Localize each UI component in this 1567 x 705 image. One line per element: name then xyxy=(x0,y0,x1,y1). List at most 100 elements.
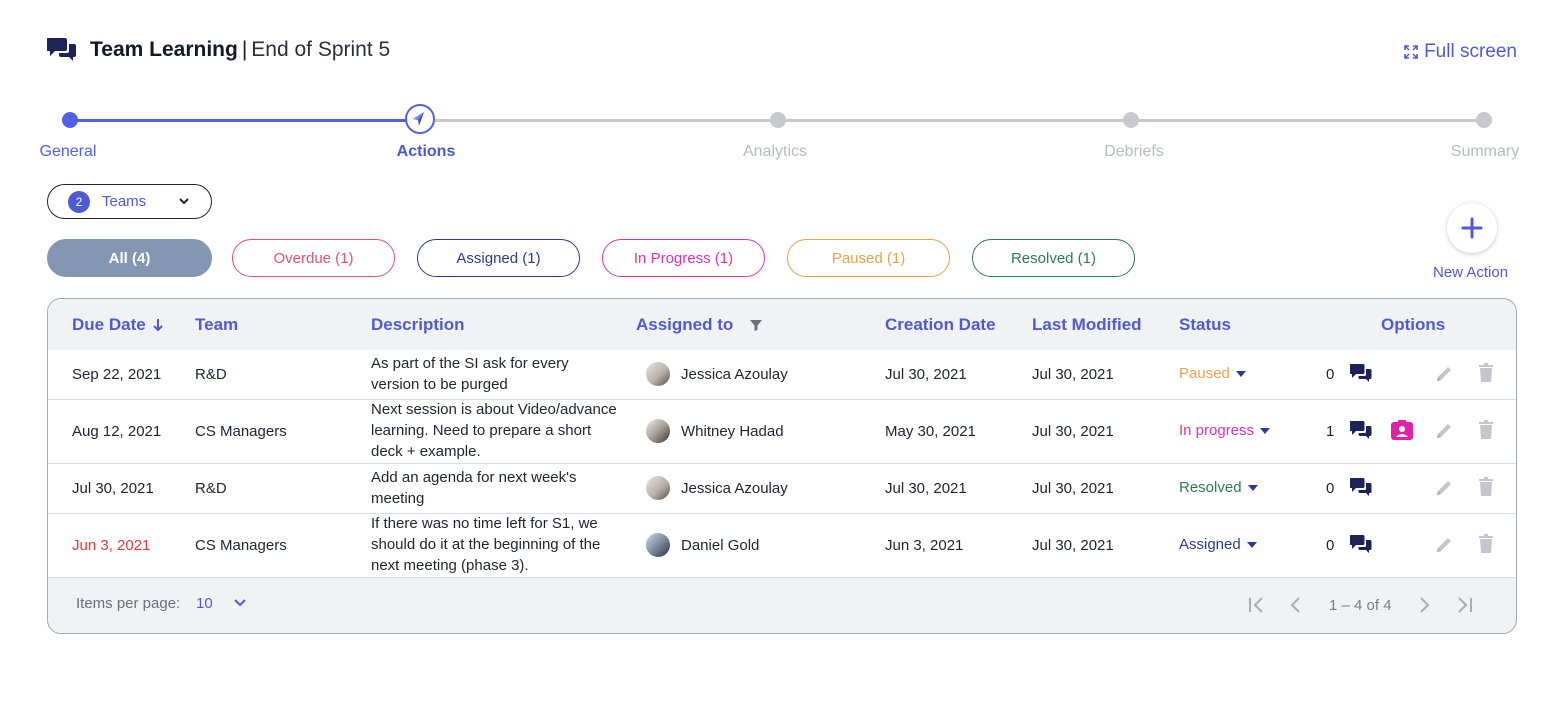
comment-count: 1 xyxy=(1326,423,1335,440)
caret-down-icon xyxy=(1235,370,1246,377)
fullscreen-label: Full screen xyxy=(1424,41,1517,62)
step-dot-summary[interactable] xyxy=(1476,112,1492,128)
page-title-main: Team Learning xyxy=(90,38,238,61)
step-dot-debriefs[interactable] xyxy=(1123,112,1139,128)
page-subtitle: End of Sprint 5 xyxy=(251,38,391,61)
avatar xyxy=(646,362,670,386)
assignee-name: Jessica Azoulay xyxy=(681,366,788,383)
chevron-down-icon xyxy=(179,198,189,205)
assignee-name: Jessica Azoulay xyxy=(681,480,788,497)
status-dropdown[interactable]: In progress xyxy=(1179,422,1271,439)
due-date: Aug 12, 2021 xyxy=(72,423,162,440)
compass-icon xyxy=(413,112,424,126)
col-due-date-label: Due Date xyxy=(72,315,146,334)
last-modified: Jul 30, 2021 xyxy=(1032,537,1114,554)
status-dropdown[interactable]: Resolved xyxy=(1179,479,1258,496)
comment-count: 0 xyxy=(1326,366,1335,383)
step-label-debriefs[interactable]: Debriefs xyxy=(1104,143,1164,161)
caret-down-icon xyxy=(1247,484,1258,491)
team: CS Managers xyxy=(195,423,287,440)
table-row[interactable]: Aug 12, 2021 CS Managers Next session is… xyxy=(48,400,1516,464)
step-dot-general[interactable] xyxy=(62,112,78,128)
status-dropdown[interactable]: Paused xyxy=(1179,365,1246,382)
sort-arrow-down-icon xyxy=(152,319,163,332)
expand-icon xyxy=(1404,45,1418,59)
filter-all[interactable]: All (4) xyxy=(47,239,212,277)
new-action-label[interactable]: New Action xyxy=(1433,264,1508,281)
step-label-analytics[interactable]: Analytics xyxy=(743,143,807,161)
step-label-actions[interactable]: Actions xyxy=(397,143,456,161)
description: If there was no time left for S1, we sho… xyxy=(371,515,601,574)
stepper-track-pending xyxy=(422,119,1486,122)
contact-card-icon[interactable] xyxy=(1391,420,1413,440)
chat-bubbles-icon[interactable] xyxy=(1350,363,1372,383)
avatar xyxy=(646,533,670,557)
team: R&D xyxy=(195,366,227,383)
avatar xyxy=(646,419,670,443)
items-per-page-select[interactable]: 10 xyxy=(196,595,213,612)
step-dot-actions[interactable] xyxy=(405,104,435,134)
stepper-track-complete xyxy=(70,119,422,122)
first-page-icon[interactable] xyxy=(1247,596,1267,614)
status-label: Resolved xyxy=(1179,479,1242,496)
pencil-icon[interactable] xyxy=(1434,421,1454,441)
step-label-summary[interactable]: Summary xyxy=(1451,143,1519,161)
table-row[interactable]: Jun 3, 2021 CS Managers If there was no … xyxy=(48,514,1516,578)
col-description[interactable]: Description xyxy=(371,315,465,335)
assignee-name: Whitney Hadad xyxy=(681,423,784,440)
chat-bubbles-icon[interactable] xyxy=(1350,420,1372,440)
next-page-icon[interactable] xyxy=(1417,596,1431,614)
teams-dropdown[interactable]: 2 Teams xyxy=(47,184,212,219)
items-per-page-label: Items per page: xyxy=(76,595,181,612)
trash-icon[interactable] xyxy=(1478,477,1494,497)
table-header: Due Date Team Description Assigned to Cr… xyxy=(48,299,1516,351)
col-options: Options xyxy=(1381,315,1446,334)
filter-overdue[interactable]: Overdue (1) xyxy=(232,239,395,277)
col-assigned-to-label: Assigned to xyxy=(636,315,734,334)
assignee-name: Daniel Gold xyxy=(681,537,760,554)
pencil-icon[interactable] xyxy=(1434,535,1454,555)
comment-count: 0 xyxy=(1326,480,1335,497)
trash-icon[interactable] xyxy=(1478,363,1494,383)
filter-paused[interactable]: Paused (1) xyxy=(787,239,950,277)
status-dropdown[interactable]: Assigned xyxy=(1179,536,1257,553)
title-separator: | xyxy=(241,38,248,61)
prev-page-icon[interactable] xyxy=(1289,596,1303,614)
col-creation-date[interactable]: Creation Date xyxy=(885,315,996,335)
chat-bubbles-icon[interactable] xyxy=(1350,477,1372,497)
last-page-icon[interactable] xyxy=(1454,596,1474,614)
description: Next session is about Video/advance lear… xyxy=(371,401,617,460)
col-status[interactable]: Status xyxy=(1179,315,1231,335)
last-modified: Jul 30, 2021 xyxy=(1032,480,1114,497)
table-row[interactable]: Sep 22, 2021 R&D As part of the SI ask f… xyxy=(48,350,1516,400)
pencil-icon[interactable] xyxy=(1434,478,1454,498)
filter-assigned[interactable]: Assigned (1) xyxy=(417,239,580,277)
teams-count-badge: 2 xyxy=(68,190,90,213)
pencil-icon[interactable] xyxy=(1434,364,1454,384)
new-action-button[interactable] xyxy=(1447,203,1497,253)
step-dot-analytics[interactable] xyxy=(770,112,786,128)
filter-in-progress[interactable]: In Progress (1) xyxy=(602,239,765,277)
trash-icon[interactable] xyxy=(1478,420,1494,440)
creation-date: Jul 30, 2021 xyxy=(885,366,967,383)
teams-dropdown-label: Teams xyxy=(102,193,147,210)
status-label: In progress xyxy=(1179,422,1255,439)
col-due-date[interactable]: Due Date xyxy=(72,315,164,335)
filter-icon[interactable] xyxy=(749,318,763,332)
status-label: Assigned xyxy=(1179,536,1241,553)
col-team[interactable]: Team xyxy=(195,315,238,335)
step-label-general[interactable]: General xyxy=(40,143,97,161)
last-modified: Jul 30, 2021 xyxy=(1032,423,1114,440)
caret-down-icon xyxy=(1260,427,1271,434)
table-row[interactable]: Jul 30, 2021 R&D Add an agenda for next … xyxy=(48,464,1516,514)
chevron-down-icon[interactable] xyxy=(233,598,247,608)
col-last-modified[interactable]: Last Modified xyxy=(1032,315,1142,335)
chat-bubbles-icon[interactable] xyxy=(1350,534,1372,554)
status-label: Paused xyxy=(1179,365,1230,382)
col-assigned-to[interactable]: Assigned to xyxy=(636,315,763,335)
fullscreen-button[interactable]: Full screen xyxy=(1404,41,1517,63)
trash-icon[interactable] xyxy=(1478,534,1494,554)
filter-resolved[interactable]: Resolved (1) xyxy=(972,239,1135,277)
creation-date: Jul 30, 2021 xyxy=(885,480,967,497)
team: CS Managers xyxy=(195,537,287,554)
